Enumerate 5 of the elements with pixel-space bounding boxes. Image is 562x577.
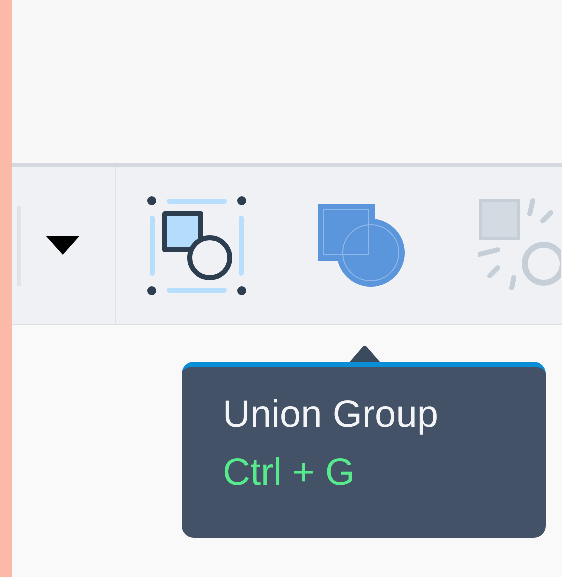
dropdown-caret-icon[interactable] [46,236,80,256]
tooltip-title: Union Group [223,393,440,438]
tooltip-shortcut: Ctrl + G [223,451,356,496]
group-selection-icon[interactable] [147,196,247,296]
union-shapes-icon[interactable] [318,204,406,288]
